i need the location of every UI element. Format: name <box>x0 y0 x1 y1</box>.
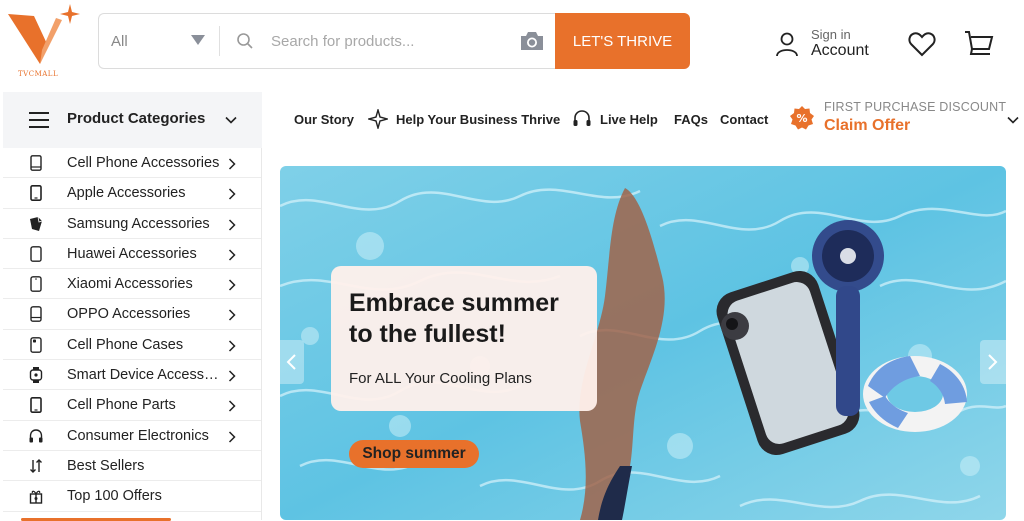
sidebar-item-consumer-electronics[interactable]: Consumer Electronics <box>3 421 261 451</box>
chevron-right-icon <box>988 354 998 370</box>
hamburger-menu-icon <box>29 112 49 128</box>
sidebar-item-cell-phone-accessories[interactable]: Cell Phone Accessories <box>3 148 261 179</box>
sidebar-item-best-sellers[interactable]: Best Sellers <box>3 451 261 482</box>
headphones-icon <box>29 428 43 443</box>
smartwatch-icon <box>29 367 43 384</box>
sidebar-item-label: Smart Device Accessories <box>67 367 223 384</box>
search-button[interactable]: LET'S THRIVE <box>555 13 690 69</box>
hero-banner[interactable]: Embrace summer to the fullest! For ALL Y… <box>280 166 1006 520</box>
top-bar: TVCMALL All LET'S THRIVE Sign in Account <box>0 0 1024 90</box>
chevron-right-icon <box>228 370 236 382</box>
sidebar-item-label: Consumer Electronics <box>67 427 209 444</box>
sparkle-icon <box>368 109 388 129</box>
sidebar-item-cell-phone-parts[interactable]: Cell Phone Parts <box>3 390 261 421</box>
nav-live-help[interactable]: Live Help <box>572 109 658 129</box>
first-purchase-discount[interactable]: % FIRST PURCHASE DISCOUNT Claim Offer <box>790 100 1006 136</box>
sidebar-item-label: Samsung Accessories <box>67 215 210 232</box>
sidebar-item-top-100-offers[interactable]: Top 100 Offers <box>3 481 261 512</box>
sidebar-item-label: Apple Accessories <box>67 185 186 202</box>
chevron-right-icon <box>228 219 236 231</box>
product-categories-toggle[interactable]: Product Categories <box>3 92 262 148</box>
chevron-right-icon <box>228 249 236 261</box>
sidebar-item-label: Cell Phone Cases <box>67 336 184 353</box>
shop-summer-button[interactable]: Shop summer <box>349 440 479 468</box>
nav-help-business[interactable]: Help Your Business Thrive <box>368 109 560 129</box>
sidebar-item-label: Best Sellers <box>67 457 145 474</box>
wishlist-heart-icon[interactable] <box>908 31 936 57</box>
nav-our-story-label: Our Story <box>294 112 354 127</box>
banner-subtitle: For ALL Your Cooling Plans <box>349 370 532 387</box>
camera-icon[interactable] <box>519 30 545 52</box>
chevron-right-icon <box>228 158 236 170</box>
search-icon <box>237 33 253 49</box>
sidebar-item-smart-device-accessories[interactable]: Smart Device Accessories <box>3 360 261 391</box>
phone-icon <box>30 276 42 293</box>
search-divider <box>219 26 220 56</box>
sidebar-item-apple-accessories[interactable]: Apple Accessories <box>3 178 261 209</box>
phone-icon <box>30 306 42 323</box>
sidebar-item-samsung-accessories[interactable]: Samsung Accessories <box>3 209 261 239</box>
user-icon <box>776 32 798 57</box>
main-nav: Our Story Help Your Business Thrive Live… <box>262 92 1024 148</box>
phone-icon <box>30 397 42 414</box>
sidebar-item-label: Cell Phone Parts <box>67 397 176 414</box>
chevron-right-icon <box>228 279 236 291</box>
nav-live-help-label: Live Help <box>600 111 658 127</box>
search-input[interactable] <box>271 26 501 56</box>
chevron-down-icon[interactable] <box>1007 114 1019 126</box>
chevron-right-icon <box>228 400 236 412</box>
nav-our-story[interactable]: Our Story <box>294 112 354 127</box>
nav-contact[interactable]: Contact <box>720 112 768 127</box>
banner-text-card: Embrace summer to the fullest! For ALL Y… <box>331 266 597 411</box>
samsung-phone-icon <box>30 216 43 231</box>
chevron-right-icon <box>228 309 236 322</box>
claim-offer-link[interactable]: Claim Offer <box>824 116 1006 136</box>
sidebar-item-label: OPPO Accessories <box>67 306 191 323</box>
banner-title: Embrace summer to the fullest! <box>349 289 559 348</box>
search-bar: All <box>98 13 556 69</box>
search-category-value: All <box>111 32 128 50</box>
sidebar-item-huawei-accessories[interactable]: Huawei Accessories <box>3 239 261 270</box>
sidebar-item-label: Cell Phone Accessories <box>67 155 220 171</box>
phone-icon <box>30 245 42 262</box>
category-sidebar: Cell Phone Accessories Apple Accessories… <box>3 148 262 521</box>
svg-text:%: % <box>796 112 807 125</box>
cart-icon[interactable] <box>964 30 994 58</box>
sidebar-item-cell-phone-cases[interactable]: Cell Phone Cases <box>3 330 261 361</box>
chevron-right-icon <box>228 340 236 352</box>
gift-icon <box>29 490 43 504</box>
logo-wordmark: TVCMALL <box>18 70 59 78</box>
chevron-right-icon <box>228 431 236 443</box>
product-categories-label: Product Categories <box>67 110 206 127</box>
chevron-down-icon <box>225 116 237 124</box>
sidebar-item-label: Xiaomi Accessories <box>67 276 193 293</box>
chevron-left-icon <box>286 354 296 370</box>
phone-icon <box>30 155 42 171</box>
chevron-right-icon <box>228 188 236 200</box>
sidebar-item-label: Huawei Accessories <box>67 245 197 262</box>
account-link[interactable]: Sign in Account <box>775 26 869 62</box>
nav-faqs-label: FAQs <box>674 112 708 127</box>
discount-caption: FIRST PURCHASE DISCOUNT <box>824 100 1007 114</box>
carousel-next-button[interactable] <box>980 340 1006 384</box>
account-label: Account <box>811 42 869 60</box>
nav-contact-label: Contact <box>720 112 769 127</box>
sidebar-item-xiaomi-accessories[interactable]: Xiaomi Accessories <box>3 269 261 300</box>
discount-badge-icon: % <box>790 105 814 130</box>
sign-in-label: Sign in <box>811 27 851 43</box>
nav-faqs[interactable]: FAQs <box>674 112 708 127</box>
sidebar-item-label: Top 100 Offers <box>67 488 162 505</box>
sort-icon <box>30 458 42 473</box>
phone-case-icon <box>30 336 42 353</box>
nav-help-business-label: Help Your Business Thrive <box>396 111 561 127</box>
phone-icon <box>30 185 42 202</box>
carousel-prev-button[interactable] <box>280 340 304 384</box>
headset-icon <box>573 110 591 126</box>
sidebar-item-oppo-accessories[interactable]: OPPO Accessories <box>3 299 261 330</box>
caret-down-icon[interactable] <box>191 35 205 45</box>
